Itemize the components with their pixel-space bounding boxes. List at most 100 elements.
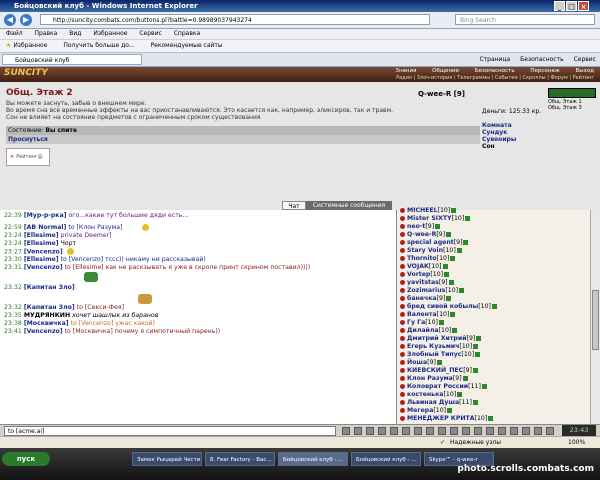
list-item[interactable]: МЕНЕДЖЕР КРИТА[10] [400,415,494,422]
safety-menu[interactable]: Безопасность [520,56,564,63]
menu-help[interactable]: Справка [174,30,200,37]
list-item[interactable]: Йоша[9] [400,359,442,366]
list-item[interactable]: костенька[10] [400,391,463,398]
address-bar[interactable]: http://suncity.combats.com/buttons.pl?ba… [40,14,430,25]
settings-icon[interactable] [450,427,458,435]
list-item[interactable]: банечка[9] [400,295,452,302]
smiles-icon[interactable] [354,427,362,435]
chat-area[interactable]: 22:39 [Мур-р-рка] ого...какие тут больши… [0,210,396,424]
money-label: Деньги: 125.33 кр. [482,108,542,115]
task-button[interactable]: Бойцовский клуб - ... [278,452,348,466]
game-subnav[interactable]: Радио | Злоч-история | Телеграммы | Собы… [396,75,594,81]
list-item[interactable]: VOJAK[10] [400,263,448,270]
list-item[interactable]: Егерь Кузьмич[10] [400,343,479,350]
maximize-icon[interactable]: □ [566,1,577,11]
list-item[interactable]: Клон Разума[9] [400,375,468,382]
list-item[interactable]: Thornito[10] [400,255,456,262]
tab-system-messages[interactable]: Системные сообщения [306,201,392,210]
private-icon[interactable] [438,427,446,435]
smiley-icon [142,224,149,231]
speaker-icon[interactable] [414,427,422,435]
minimize-icon[interactable]: _ [554,1,565,11]
online-user-list[interactable]: MICHEEL[10] Mister SIXTY[10] neo-t[9] Q-… [396,207,591,424]
list-item[interactable]: MICHEEL[10] [400,207,457,214]
menu-edit[interactable]: Правка [35,30,58,37]
nav-exit[interactable]: Выход [575,68,594,74]
chat-input[interactable]: to [acme.ai] [4,426,336,436]
list-item[interactable]: Zozimarius[10] [400,287,465,294]
star-icon: ★ [6,42,12,49]
list-item[interactable]: yavitstas[9] [400,279,454,286]
floor-3-button[interactable]: Общ. Этаж 3 [548,105,596,111]
help-icon[interactable] [462,427,470,435]
link-souvenirs[interactable]: Сувениры [482,136,516,143]
start-button[interactable]: пуск [2,452,50,466]
search-input[interactable]: Bing Search [455,14,595,25]
bag-icon[interactable] [510,427,518,435]
favorites-button[interactable]: Избранное [13,42,47,49]
tab-combats[interactable]: Бойцовский клуб [2,54,142,65]
back-icon[interactable]: ◀ [4,14,16,26]
menu-tools[interactable]: Сервис [139,30,161,37]
nav-security[interactable]: Безопасность [475,68,515,74]
chat-message: 23:24 [Ellesime] private Deemer] [4,232,112,239]
filter-icon[interactable] [378,427,386,435]
list-item[interactable]: Дилайла[10] [400,327,458,334]
forward-icon[interactable]: ▶ [20,14,32,26]
menu-view[interactable]: Вид [69,30,81,37]
list-item[interactable]: Mister SIXTY[10] [400,215,471,222]
room-text-1: Вы можете заснуть, забыв о внешнем мире. [6,100,147,107]
list-item[interactable]: Злобный Типус[10] [400,351,481,358]
task-button[interactable]: Бойцовский клуб - ... [351,452,421,466]
rating-counter[interactable]: ✕ Рейтинг@ [6,148,50,166]
list-item[interactable]: Коловрат России[11] [400,383,487,390]
floor-map-button[interactable] [548,88,596,98]
clear-icon[interactable] [366,427,374,435]
link-room[interactable]: Комната [482,122,512,129]
tab-chat[interactable]: Чат [282,201,306,210]
nav-knowledge[interactable]: Знания [395,68,416,74]
list-item[interactable]: Q-wee-R[9] [400,231,452,238]
close-icon[interactable]: × [578,1,589,11]
log-icon[interactable] [474,427,482,435]
chat-message: 22:39 [Мур-р-рка] ого...какие тут больши… [4,212,189,219]
favorite-link-2[interactable]: Рекомендуемые сайты [151,42,223,49]
list-item[interactable]: neo-t[9] [400,223,441,230]
list-item[interactable]: Дмитрий Хитрий[9] [400,335,482,342]
menu-favorites[interactable]: Избранное [93,30,127,37]
list-item[interactable]: КИЕВСКИЙ_ПЕС[9] [400,367,478,374]
send-icon[interactable] [342,427,350,435]
room-panel: Общ. Этаж 2 Вы можете заснуть, забыв о в… [0,82,600,200]
sword-icon[interactable] [522,427,530,435]
refresh-icon[interactable] [402,427,410,435]
list-item[interactable]: Львиная Душа[11] [400,399,478,406]
task-button[interactable]: Замок Рыцарей Чести ... [132,452,202,466]
scrollbar-thumb[interactable] [592,290,599,350]
translit-icon[interactable] [390,427,398,435]
list-item[interactable]: Мегера[10] [400,407,453,414]
smiley-icon [66,248,74,255]
link-chest[interactable]: Сундук [482,129,507,136]
list-item[interactable]: Валента[10] [400,311,456,318]
list-item[interactable]: Stary Voin[10] [400,247,462,254]
list-item[interactable]: Vortep[10] [400,271,450,278]
menu-file[interactable]: Файл [6,30,23,37]
list-item[interactable]: бред сивой кобылы[10] [400,303,497,310]
tools-menu[interactable]: Сервис [574,56,596,63]
exit-icon[interactable] [546,427,554,435]
page-menu[interactable]: Страница [479,56,510,63]
task-button[interactable]: 8. Fear Factory - Bac... [205,452,275,466]
list-item[interactable]: special agent[9] [400,239,469,246]
user-list-scrollbar[interactable] [590,210,600,424]
wake-up-link[interactable]: Проснуться [6,135,480,144]
link-sleep[interactable]: Сон [482,143,495,150]
nav-character[interactable]: Персонаж [530,68,559,74]
list-item[interactable]: Гу Га[10] [400,319,444,326]
scroll-lock-icon[interactable] [426,427,434,435]
shield-icon[interactable] [534,427,542,435]
nav-communication[interactable]: Общение [432,68,459,74]
player-name[interactable]: Q-wee-R [9] [418,90,465,98]
mail-icon[interactable] [486,427,494,435]
map-icon[interactable] [498,427,506,435]
favorite-link-1[interactable]: Получить больше до... [63,42,134,49]
